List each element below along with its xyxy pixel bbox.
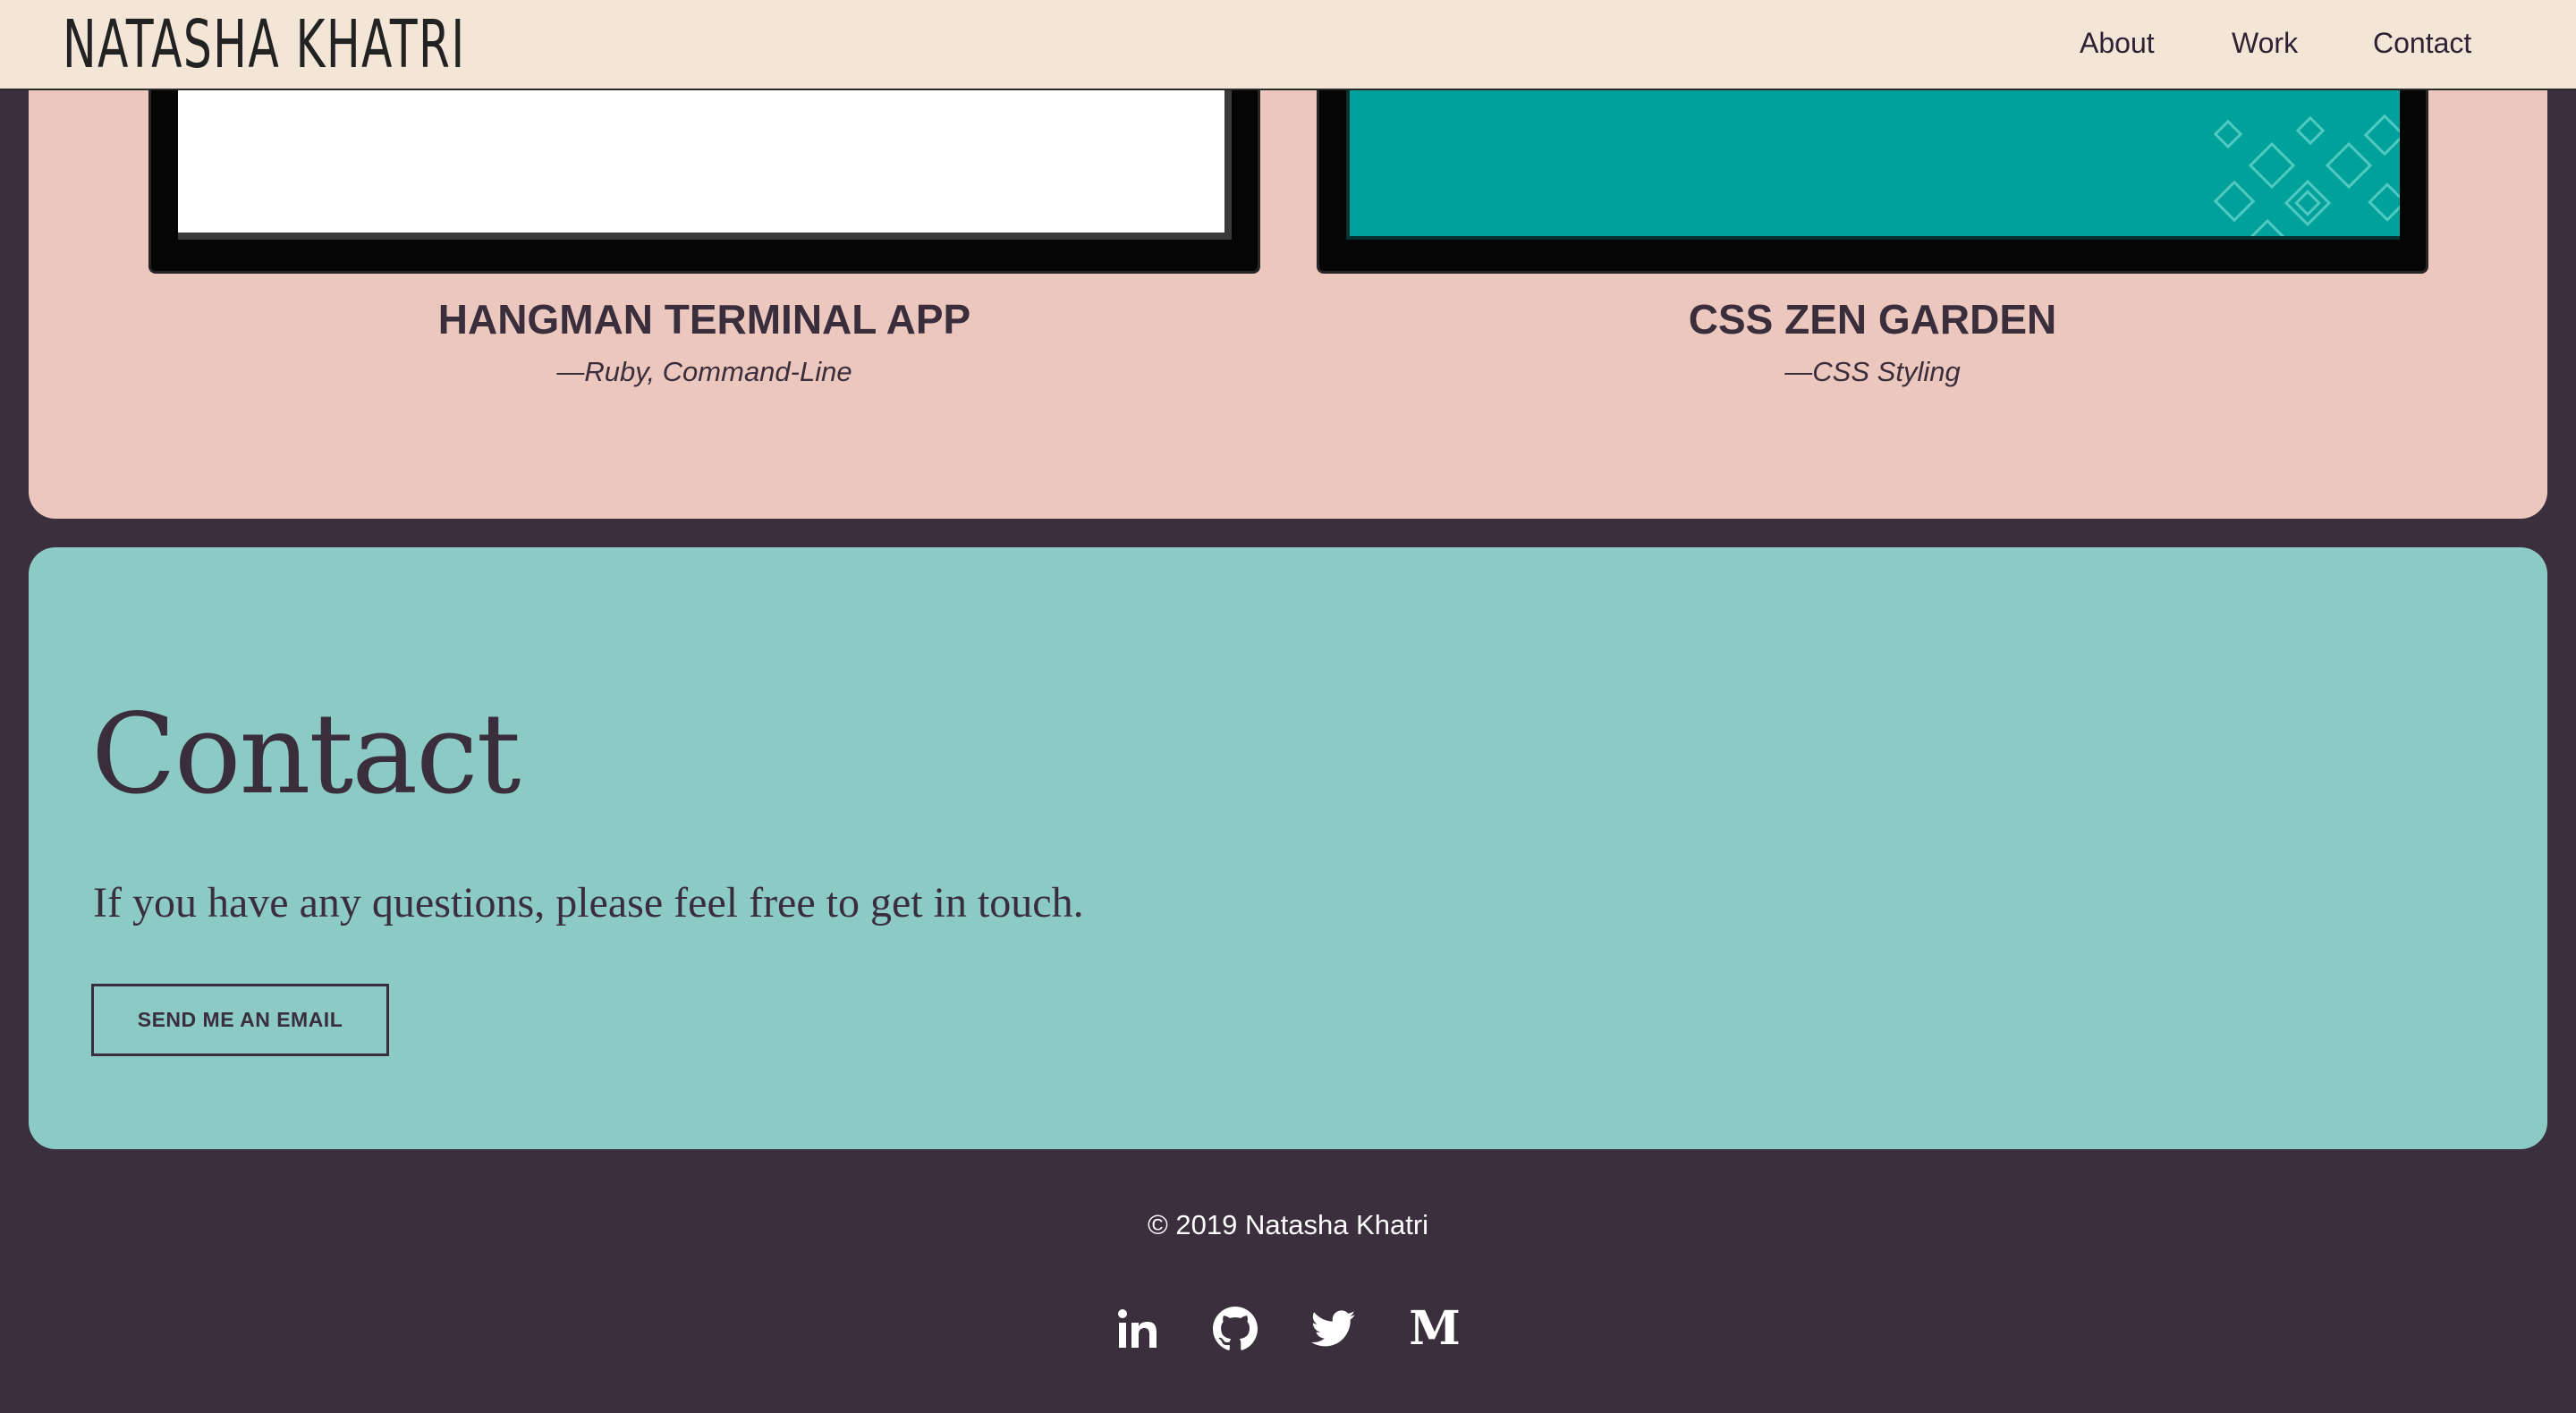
site-header: NATASHA KHATRI About Work Contact	[0, 0, 2576, 90]
contact-description: If you have any questions, please feel f…	[93, 879, 1084, 926]
medium-icon[interactable]: M	[1408, 1302, 1462, 1356]
nav-link-about[interactable]: About	[2080, 27, 2155, 60]
project-tech: —Ruby, Command-Line	[556, 356, 852, 387]
twitter-icon[interactable]	[1307, 1302, 1360, 1356]
copyright-text: © 2019 Natasha Khatri	[1147, 1209, 1429, 1240]
contact-section: Contact If you have any questions, pleas…	[29, 547, 2547, 1149]
nav-link-work[interactable]: Work	[2232, 27, 2298, 60]
project-title[interactable]: CSS ZEN GARDEN	[1317, 295, 2428, 343]
project-tech: —CSS Styling	[1784, 356, 1961, 387]
send-email-button[interactable]: SEND ME AN EMAIL	[91, 984, 389, 1056]
work-section: HANGMAN TERMINAL APP —Ruby, Command-Line	[29, 54, 2547, 519]
github-icon[interactable]	[1208, 1302, 1262, 1356]
project-title[interactable]: HANGMAN TERMINAL APP	[148, 295, 1260, 343]
linkedin-icon[interactable]	[1111, 1302, 1165, 1356]
nav-link-contact[interactable]: Contact	[2373, 27, 2471, 60]
contact-heading: Contact	[91, 690, 521, 819]
site-logo[interactable]: NATASHA KHATRI	[63, 2, 466, 88]
